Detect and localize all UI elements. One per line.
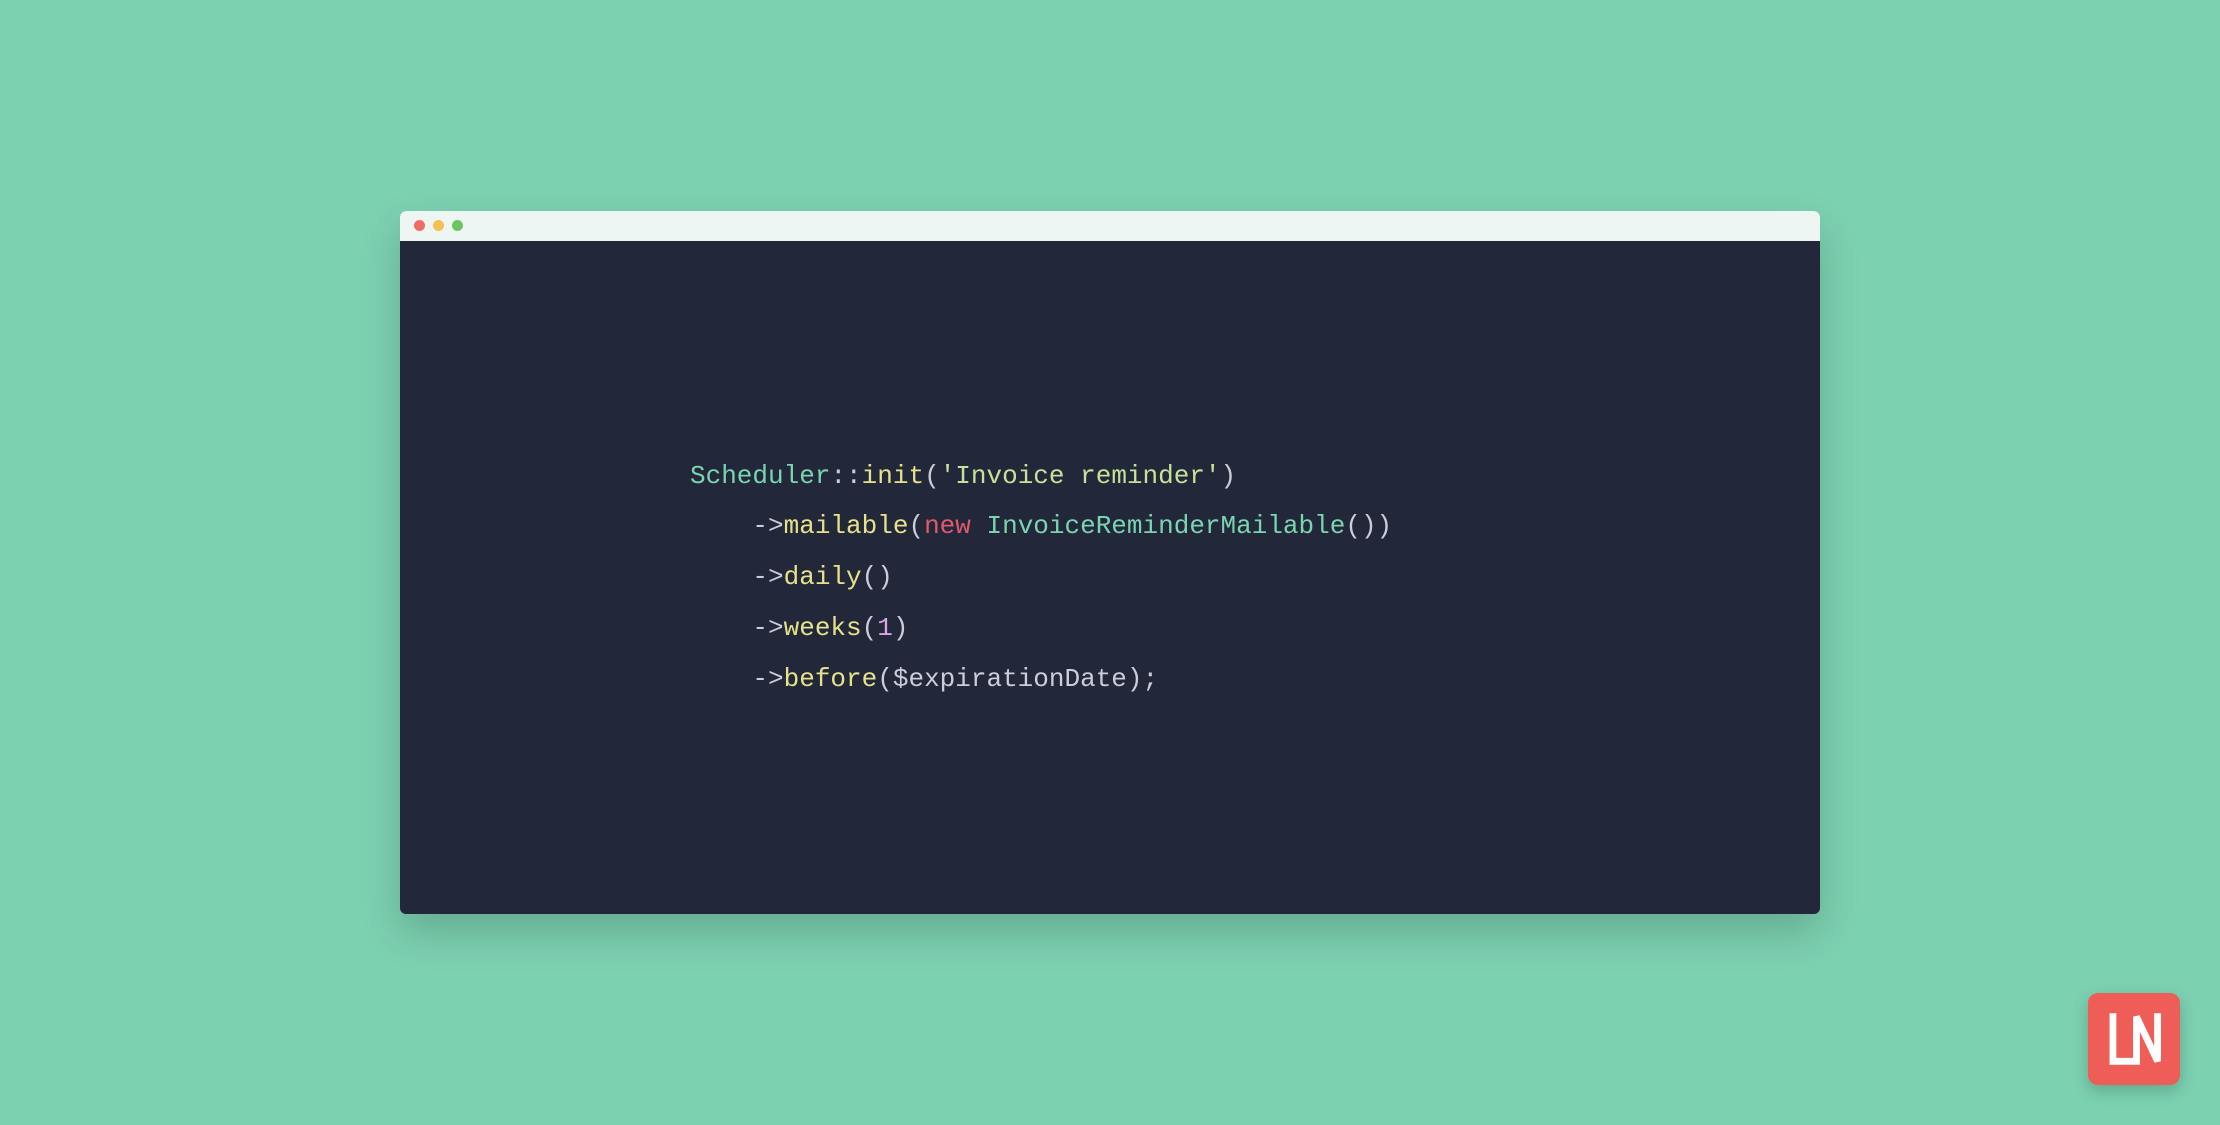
- token-arrow: ->: [752, 613, 783, 643]
- token-keyword: new: [924, 511, 971, 541]
- token-method: init: [862, 461, 924, 491]
- token-variable: $expirationDate: [893, 664, 1127, 694]
- token-method: mailable: [784, 511, 909, 541]
- close-icon[interactable]: [414, 220, 425, 231]
- window-titlebar: [400, 211, 1820, 241]
- token-arrow: ->: [752, 562, 783, 592]
- minimize-icon[interactable]: [433, 220, 444, 231]
- token-method: daily: [784, 562, 862, 592]
- code-line-3: ->daily(): [690, 562, 893, 592]
- token-method: before: [784, 664, 878, 694]
- code-block: Scheduler::init('Invoice reminder') ->ma…: [400, 241, 1820, 914]
- token-paren: (: [862, 613, 878, 643]
- token-paren: ): [893, 613, 909, 643]
- token-paren: );: [1127, 664, 1158, 694]
- token-paren: ): [877, 562, 893, 592]
- token-paren: (: [862, 562, 878, 592]
- token-arrow: ->: [752, 511, 783, 541]
- editor-window: Scheduler::init('Invoice reminder') ->ma…: [400, 211, 1820, 914]
- token-string: 'Invoice reminder': [940, 461, 1221, 491]
- code-line-2: ->mailable(new InvoiceReminderMailable()…: [690, 511, 1392, 541]
- token-paren: (: [877, 664, 893, 694]
- ln-logo-icon: [2103, 1008, 2165, 1070]
- token-method: weeks: [784, 613, 862, 643]
- token-number: 1: [877, 613, 893, 643]
- token-class: Scheduler: [690, 461, 830, 491]
- token-paren: (: [908, 511, 924, 541]
- token-paren: ): [1221, 461, 1237, 491]
- token-scope: ::: [830, 461, 861, 491]
- code-line-1: Scheduler::init('Invoice reminder'): [690, 461, 1236, 491]
- token-arrow: ->: [752, 664, 783, 694]
- code-line-5: ->before($expirationDate);: [690, 664, 1158, 694]
- token-paren: ()): [1345, 511, 1392, 541]
- token-type: InvoiceReminderMailable: [986, 511, 1345, 541]
- code-line-4: ->weeks(1): [690, 613, 908, 643]
- maximize-icon[interactable]: [452, 220, 463, 231]
- token-paren: (: [924, 461, 940, 491]
- brand-badge: [2088, 993, 2180, 1085]
